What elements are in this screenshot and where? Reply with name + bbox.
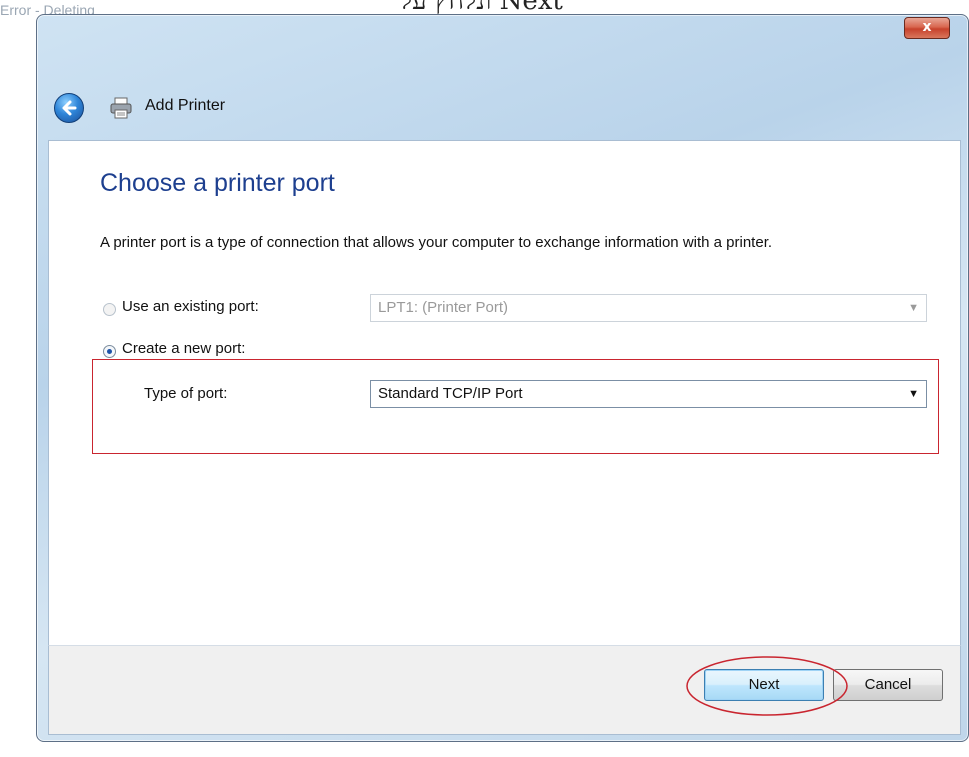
window-title: Add Printer [145,97,226,114]
chevron-down-icon: ▼ [908,302,919,314]
page-title: Choose a printer port [100,169,335,197]
back-button[interactable] [54,93,84,123]
back-arrow-icon [62,100,77,116]
existing-port-label: Use an existing port: [122,298,259,315]
existing-port-dropdown[interactable]: LPT1: (Printer Port) ▼ [370,294,927,322]
existing-port-value: LPT1: (Printer Port) [378,299,509,316]
printer-icon [110,97,132,119]
next-highlight-circle [686,656,848,716]
close-icon: x [922,19,932,35]
new-port-highlight-box [92,359,939,454]
new-port-label: Create a new port: [122,340,246,357]
page-description: A printer port is a type of connection t… [100,234,773,251]
new-port-radio[interactable] [103,345,116,358]
close-button[interactable]: x [904,17,950,39]
existing-port-radio[interactable] [103,303,116,316]
wizard-footer: Next Cancel [48,645,961,735]
